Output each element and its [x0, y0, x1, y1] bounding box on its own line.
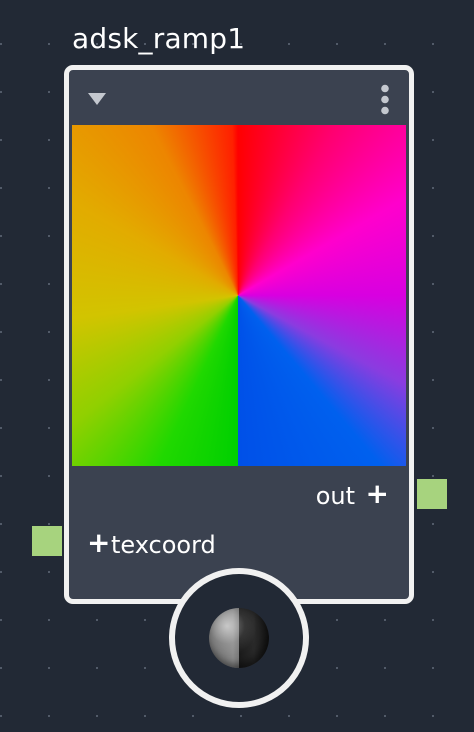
node-header[interactable] — [69, 70, 409, 124]
node-title[interactable]: adsk_ramp1 — [72, 22, 245, 55]
input-port-texcoord[interactable] — [32, 526, 62, 556]
triangle-down-icon[interactable] — [87, 91, 107, 107]
ramp-preview-swatch — [72, 125, 406, 466]
vertical-ellipsis-icon[interactable] — [378, 84, 392, 116]
add-output-plus-icon[interactable]: + — [366, 480, 389, 508]
material-preview-sphere-icon[interactable] — [209, 608, 269, 668]
output-label-out: out — [315, 482, 355, 510]
output-port-out[interactable] — [417, 479, 447, 509]
add-input-plus-icon[interactable]: + — [87, 529, 110, 557]
ramp-node[interactable]: out + + texcoord — [64, 65, 414, 604]
material-preview-ring[interactable] — [169, 568, 309, 708]
input-label-texcoord: texcoord — [111, 531, 216, 559]
